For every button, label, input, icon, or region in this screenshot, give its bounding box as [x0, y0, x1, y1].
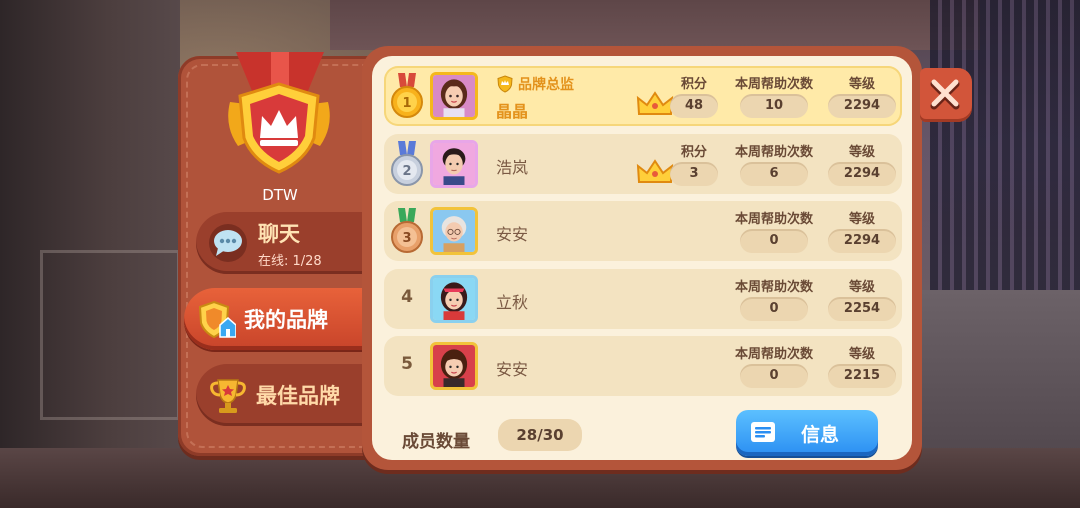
member-name: 浩岚: [496, 157, 529, 177]
avatar-portrait: [433, 142, 475, 185]
weekly-help-label: 本周帮助次数: [734, 212, 813, 227]
member-row[interactable]: 1 品牌总监 晶晶 积分 48 本周帮助次数 10 等级 2294: [384, 66, 902, 126]
title-shield-icon: [497, 75, 513, 93]
rank-number: 2: [402, 164, 411, 179]
points-label: 积分: [680, 144, 707, 160]
crown-shield-icon: [228, 82, 330, 174]
background-curtain: [330, 0, 980, 50]
level-label: 等级: [848, 279, 875, 295]
avatar-portrait: [433, 345, 475, 387]
level-value: 2294: [828, 161, 896, 186]
avatar[interactable]: [430, 72, 478, 120]
weekly-help-label: 本周帮助次数: [734, 77, 813, 92]
avatar[interactable]: [430, 207, 478, 255]
crown-icon: [636, 158, 674, 183]
background-window: [930, 0, 1080, 320]
rank-number: 4: [401, 286, 413, 307]
rank-number: 1: [402, 96, 411, 111]
weekly-help-value: 0: [740, 296, 808, 321]
avatar[interactable]: [430, 139, 478, 188]
crown-icon: [636, 91, 674, 115]
online-count: 在线: 1/28: [258, 253, 322, 269]
silver-medal-icon: 2: [391, 140, 423, 186]
member-title: 品牌总监: [496, 74, 574, 94]
info-button[interactable]: 信息: [736, 410, 878, 456]
trophy-icon: [210, 379, 246, 413]
bronze-medal-icon: 3: [391, 208, 423, 253]
member-name: 安安: [496, 225, 529, 244]
member-list-panel: 1 品牌总监 晶晶 积分 48 本周帮助次数 10 等级 2294 2 浩岚 积…: [372, 56, 912, 460]
level-value: 2215: [828, 364, 896, 388]
avatar[interactable]: [430, 342, 478, 390]
close-icon: [930, 79, 960, 110]
background-wall-panel: [40, 250, 180, 420]
member-row[interactable]: 2 浩岚 积分 3 本周帮助次数 6 等级 2294: [384, 133, 902, 194]
weekly-help-value: 0: [740, 229, 808, 253]
weekly-help-label: 本周帮助次数: [734, 144, 813, 160]
level-value: 2254: [828, 296, 896, 321]
points-value: 48: [670, 94, 718, 118]
level-label: 等级: [848, 212, 875, 227]
chat-label: 聊天: [258, 221, 300, 246]
rank-number: 5: [401, 354, 413, 374]
level-label: 等级: [848, 77, 875, 92]
member-row[interactable]: 3 安安 本周帮助次数 0 等级 2294: [384, 201, 902, 261]
member-list[interactable]: 1 品牌总监 晶晶 积分 48 本周帮助次数 10 等级 2294 2 浩岚 积…: [384, 66, 902, 404]
team-name: DTW: [262, 186, 298, 204]
level-label: 等级: [848, 144, 875, 160]
weekly-help-value: 6: [740, 161, 808, 186]
member-name: 晶晶: [496, 102, 529, 121]
info-button-label: 信息: [800, 423, 839, 446]
avatar[interactable]: [430, 274, 478, 323]
member-name: 安安: [496, 360, 529, 379]
member-title-text: 品牌总监: [518, 77, 574, 93]
my-brand-button[interactable]: 我的品牌: [184, 288, 380, 350]
avatar-portrait: [433, 210, 475, 252]
level-value: 2294: [828, 229, 896, 253]
gold-medal-icon: 1: [391, 73, 423, 118]
level-value: 2294: [828, 94, 896, 118]
avatar-portrait: [433, 277, 475, 320]
member-count-label: 成员数量: [402, 432, 470, 452]
member-row[interactable]: 4 立秋 本周帮助次数 0 等级 2254: [384, 268, 902, 329]
points-label: 积分: [680, 77, 707, 92]
shield-home-icon: [198, 300, 236, 339]
weekly-help-label: 本周帮助次数: [734, 279, 813, 295]
my-brand-label: 我的品牌: [244, 308, 328, 332]
close-button[interactable]: [920, 68, 972, 122]
rank-number: 3: [402, 231, 411, 246]
member-count-value: 28/30: [498, 419, 582, 451]
member-name: 立秋: [496, 292, 529, 312]
weekly-help-label: 本周帮助次数: [734, 347, 813, 362]
document-icon: [751, 422, 775, 442]
chat-button[interactable]: 聊天 在线: 1/28: [196, 212, 378, 274]
level-label: 等级: [848, 347, 875, 362]
weekly-help-value: 10: [740, 94, 808, 118]
weekly-help-value: 0: [740, 364, 808, 388]
avatar-portrait: [433, 75, 475, 117]
member-row[interactable]: 5 安安 本周帮助次数 0 等级 2215: [384, 336, 902, 396]
best-brand-label: 最佳品牌: [256, 384, 340, 408]
chat-bubble-icon: [209, 224, 247, 262]
points-value: 3: [670, 161, 718, 186]
best-brand-button[interactable]: 最佳品牌: [196, 364, 378, 426]
